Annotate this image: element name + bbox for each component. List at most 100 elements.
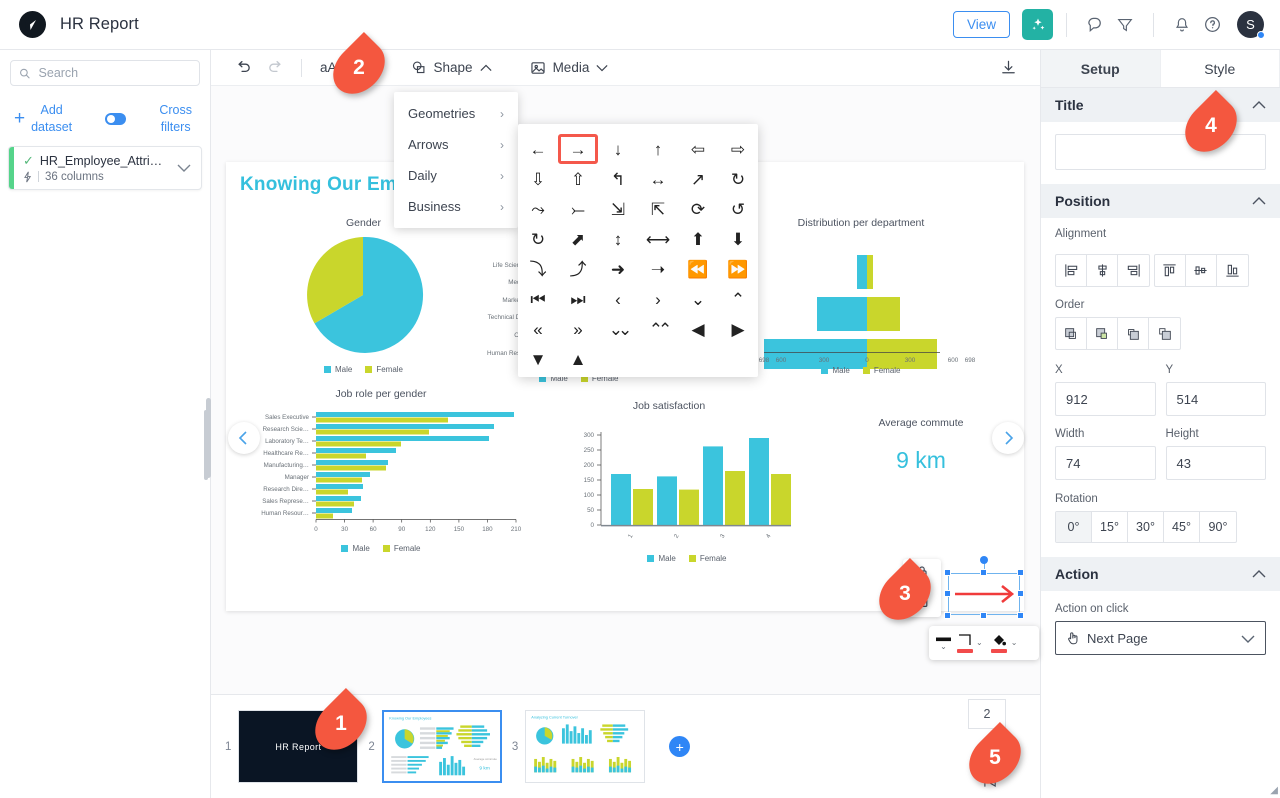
thumbnail-image-3[interactable]: Analyzing Current Turnover [525, 710, 646, 783]
arrow-shape-31[interactable]: ⏭ [558, 284, 598, 314]
x-input[interactable]: 912 [1055, 382, 1156, 416]
align-bottom-icon[interactable] [1217, 255, 1248, 286]
bring-to-front-icon[interactable] [1056, 318, 1087, 349]
rotation-handle[interactable] [980, 556, 988, 564]
download-icon[interactable] [992, 54, 1024, 82]
sparkle-icon[interactable] [1022, 9, 1053, 40]
thumbnail-image-2[interactable]: Knowing Our Employees Average commute 9 … [381, 710, 502, 783]
width-input[interactable]: 74 [1055, 446, 1156, 480]
cross-filters-button[interactable]: Cross filters [159, 102, 192, 136]
arrow-shape-33[interactable]: › [638, 284, 678, 314]
arrow-shape-15[interactable]: ⇱ [638, 194, 678, 224]
resize-handle-n[interactable] [980, 569, 987, 576]
arrow-shape-36[interactable]: « [518, 314, 558, 344]
rotation-30[interactable]: 30° [1128, 512, 1164, 542]
arrow-shape-9[interactable]: ↔ [638, 164, 678, 194]
arrow-shape-25[interactable]: ⤴ [558, 254, 598, 284]
shape-menu-item-geometries[interactable]: Geometries › [394, 98, 518, 129]
arrow-shape-14[interactable]: ⇲ [598, 194, 638, 224]
arrow-shape-29[interactable]: ⏩ [718, 254, 758, 284]
arrow-shape-21[interactable]: ⟷ [638, 224, 678, 254]
brand-logo-icon[interactable] [19, 11, 46, 38]
chevron-down-icon[interactable]: ⌄ [1011, 639, 1018, 647]
arrow-shape-26[interactable]: ➜ [598, 254, 638, 284]
send-to-back-icon[interactable] [1149, 318, 1180, 349]
fill-color-button[interactable] [990, 633, 1007, 653]
section-header-action[interactable]: Action [1041, 557, 1280, 591]
chevron-down-icon[interactable] [177, 160, 201, 175]
height-input[interactable]: 43 [1165, 446, 1266, 480]
prev-slide-arrow[interactable] [228, 422, 260, 454]
arrow-shape-34[interactable]: ⌄ [678, 284, 718, 314]
align-center-icon[interactable] [1087, 255, 1118, 286]
arrow-shape-12[interactable]: ⤳ [518, 194, 558, 224]
arrow-shape-1[interactable]: → [558, 134, 598, 164]
media-tool-button[interactable]: Media [522, 60, 617, 76]
send-backward-icon[interactable] [1118, 318, 1149, 349]
align-top-icon[interactable] [1155, 255, 1186, 286]
arrow-shape-30[interactable]: ⏮ [518, 284, 558, 314]
arrow-shape-39[interactable]: ⌃⌃ [638, 314, 678, 344]
canvas-vertical-scrollbar[interactable] [206, 398, 211, 478]
arrow-shape-13[interactable]: ⤚ [558, 194, 598, 224]
chevron-down-icon[interactable]: ⌄ [976, 639, 983, 647]
align-right-icon[interactable] [1118, 255, 1149, 286]
avatar[interactable]: S [1237, 11, 1265, 39]
arrow-shape-16[interactable]: ⟳ [678, 194, 718, 224]
arrow-shape-0[interactable]: ← [518, 134, 558, 164]
bring-forward-icon[interactable] [1087, 318, 1118, 349]
tab-style[interactable]: Style [1161, 50, 1280, 87]
arrow-shape-32[interactable]: ‹ [598, 284, 638, 314]
arrow-shape-23[interactable]: ⬇ [718, 224, 758, 254]
undo-icon[interactable] [227, 54, 259, 82]
arrow-shape-28[interactable]: ⏪ [678, 254, 718, 284]
arrow-shape-3[interactable]: ↑ [638, 134, 678, 164]
arrow-shape-42[interactable]: ▼ [518, 344, 558, 374]
arrow-shape-19[interactable]: ⬈ [558, 224, 598, 254]
thumbnail-3[interactable]: 3 Analyzing Current Turnover [512, 710, 646, 783]
arrow-shape-6[interactable]: ⇩ [518, 164, 558, 194]
arrow-shape-11[interactable]: ↻ [718, 164, 758, 194]
arrow-shape-38[interactable]: ⌄⌄ [598, 314, 638, 344]
tab-setup[interactable]: Setup [1041, 50, 1161, 87]
arrow-shape-17[interactable]: ↺ [718, 194, 758, 224]
y-input[interactable]: 514 [1165, 382, 1266, 416]
filter-icon[interactable] [1110, 10, 1140, 40]
arrow-shape-20[interactable]: ↕ [598, 224, 638, 254]
redo-icon[interactable] [259, 54, 291, 82]
comments-icon[interactable] [1080, 10, 1110, 40]
search-input[interactable] [38, 66, 191, 80]
chart-jobrole[interactable]: Job role per gender Sales Executive Rese… [236, 388, 526, 553]
action-on-click-select[interactable]: Next Page [1055, 621, 1266, 655]
resize-handle-s[interactable] [980, 612, 987, 619]
arrow-shape-24[interactable]: ⤵ [518, 254, 558, 284]
view-button[interactable]: View [952, 11, 1010, 38]
help-circle-icon[interactable] [1197, 10, 1227, 40]
rotation-15[interactable]: 15° [1092, 512, 1128, 542]
arrow-shape-18[interactable]: ↻ [518, 224, 558, 254]
cross-filters-toggle[interactable] [105, 112, 127, 125]
arrow-shape-7[interactable]: ⇧ [558, 164, 598, 194]
next-slide-arrow[interactable] [992, 422, 1024, 454]
line-style-button[interactable] [957, 633, 973, 653]
arrow-shape-22[interactable]: ⬆ [678, 224, 718, 254]
arrow-shape-41[interactable]: ▶ [718, 314, 758, 344]
rotation-0[interactable]: 0° [1056, 512, 1092, 542]
dataset-card[interactable]: ✓ HR_Employee_Attri… 36 columns [8, 145, 202, 190]
arrow-shape-2[interactable]: ↓ [598, 134, 638, 164]
chart-satisfaction[interactable]: Job satisfaction 300 250 200 150 100 50 0 [544, 400, 794, 563]
panel-resize-corner[interactable]: ◢ [1270, 785, 1278, 796]
align-left-icon[interactable] [1056, 255, 1087, 286]
search-box[interactable] [10, 60, 200, 86]
arrow-shape-27[interactable]: ➝ [638, 254, 678, 284]
add-slide-button[interactable]: + [669, 736, 691, 757]
arrow-shape-4[interactable]: ⇦ [678, 134, 718, 164]
arrow-shape-10[interactable]: ↗ [678, 164, 718, 194]
line-weight-button[interactable]: ⌄ [935, 636, 952, 651]
section-header-title[interactable]: Title [1041, 88, 1280, 122]
section-header-position[interactable]: Position [1041, 184, 1280, 218]
shape-menu-item-daily[interactable]: Daily › [394, 160, 518, 191]
resize-handle-nw[interactable] [944, 569, 951, 576]
rotation-90[interactable]: 90° [1200, 512, 1236, 542]
resize-handle-se[interactable] [1017, 612, 1024, 619]
